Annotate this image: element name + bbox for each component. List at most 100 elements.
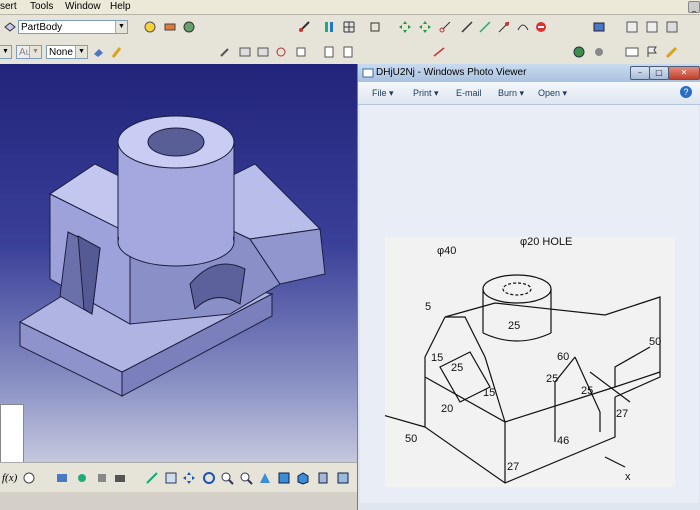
dim-50-base: 50 xyxy=(405,433,417,445)
dim-27-right: 27 xyxy=(616,408,628,420)
abc-icon[interactable] xyxy=(625,45,639,59)
dim-20: 20 xyxy=(441,403,453,415)
copy-icon[interactable] xyxy=(294,45,308,59)
earth-icon[interactable] xyxy=(572,45,586,59)
photo-viewer-menubar: File ▾ Print ▾ E-mail Burn ▾ Open ▾ ? xyxy=(358,82,700,105)
menu-print[interactable]: Print ▾ xyxy=(413,88,439,99)
scissors-icon[interactable] xyxy=(438,20,452,34)
dim-icon[interactable] xyxy=(478,20,492,34)
dim-25-arch-side: 25 xyxy=(581,385,593,397)
dim-46: 46 xyxy=(557,435,569,447)
fly-icon[interactable] xyxy=(145,471,159,485)
knowledge-icon[interactable] xyxy=(22,471,36,485)
flag-icon[interactable] xyxy=(645,45,659,59)
move-alt-icon[interactable] xyxy=(418,20,432,34)
dim-25-arch-top: 25 xyxy=(546,373,558,385)
menu-file[interactable]: File ▾ xyxy=(372,88,394,99)
table-alt-icon[interactable] xyxy=(645,20,659,34)
pencil-icon[interactable] xyxy=(665,45,679,59)
photo-viewer-window: DHjU2Nj - Windows Photo Viewer – □ ✕ Fil… xyxy=(357,64,700,510)
doc-icon[interactable] xyxy=(341,45,355,59)
close-button[interactable]: ✕ xyxy=(668,66,700,80)
image-icon[interactable] xyxy=(238,45,252,59)
formula-icon[interactable]: f(x) xyxy=(2,472,17,484)
layers-icon[interactable] xyxy=(592,20,606,34)
pan-icon[interactable] xyxy=(182,471,196,485)
move-icon[interactable] xyxy=(398,20,412,34)
toolbar-row-1: PartBody ▼ xyxy=(0,15,700,41)
menu-insert[interactable]: sert xyxy=(0,1,17,12)
tree-icon[interactable] xyxy=(75,471,89,485)
hide-show-icon[interactable] xyxy=(336,471,350,485)
menu-open[interactable]: Open ▾ xyxy=(538,88,567,99)
menu-tools[interactable]: Tools xyxy=(30,1,53,12)
tangent-icon[interactable] xyxy=(516,20,530,34)
sketcher-icon[interactable] xyxy=(432,45,446,59)
constraint-icon[interactable] xyxy=(497,20,511,34)
part-body-value: PartBody xyxy=(21,22,63,33)
help-icon[interactable]: ? xyxy=(680,86,692,98)
3d-viewport[interactable] xyxy=(0,64,357,464)
part-body-icon xyxy=(4,22,16,32)
rotate-icon[interactable] xyxy=(202,471,216,485)
grid-icon[interactable] xyxy=(342,20,356,34)
aut-combo[interactable]: Aut ▼ xyxy=(16,45,42,59)
capture-icon[interactable] xyxy=(113,471,127,485)
line-icon[interactable] xyxy=(460,20,474,34)
sketch-icon[interactable] xyxy=(143,20,157,34)
photo-viewer-canvas: φ40 φ20 HOLE 5 25 50 60 15 25 15 25 25 2… xyxy=(360,105,699,503)
dim-25-cylinder: 25 xyxy=(508,320,520,332)
dim-phi40: φ40 xyxy=(437,245,456,257)
axis-x-label: x xyxy=(625,471,631,483)
measure-icon[interactable] xyxy=(298,20,312,34)
table-icon[interactable] xyxy=(55,471,69,485)
settings-icon[interactable] xyxy=(592,45,606,59)
paintbrush-icon[interactable] xyxy=(110,45,124,59)
catalog-icon[interactable] xyxy=(665,20,679,34)
image-alt-icon[interactable] xyxy=(256,45,270,59)
multi-view-icon[interactable] xyxy=(277,471,291,485)
dim-27-bottom: 27 xyxy=(507,461,519,473)
menu-help[interactable]: Help xyxy=(110,1,131,12)
normal-view-icon[interactable] xyxy=(258,471,272,485)
zoom-in-icon[interactable] xyxy=(220,471,234,485)
table-icon[interactable] xyxy=(625,20,639,34)
linetype-combo[interactable]: None ▼ xyxy=(46,45,88,59)
menu-bar: sert Tools Window Help _ xyxy=(0,0,700,15)
refresh-icon[interactable] xyxy=(274,45,288,59)
hammer-icon[interactable] xyxy=(163,20,177,34)
menu-window[interactable]: Window xyxy=(65,1,101,12)
app-minimize-button[interactable]: _ xyxy=(688,1,700,13)
wrench-icon[interactable] xyxy=(218,45,232,59)
parallel-icon[interactable] xyxy=(322,20,336,34)
spec-tree-panel[interactable] xyxy=(0,404,24,464)
fit-all-icon[interactable] xyxy=(164,471,178,485)
photo-viewer-titlebar[interactable]: DHjU2Nj - Windows Photo Viewer – □ ✕ xyxy=(358,64,700,82)
dim-60: 60 xyxy=(557,351,569,363)
isometric-sketch: φ40 φ20 HOLE 5 25 50 60 15 25 15 25 25 2… xyxy=(385,237,661,484)
photo-viewer-title: DHjU2Nj - Windows Photo Viewer xyxy=(376,67,527,78)
iso-view-icon[interactable] xyxy=(296,471,310,485)
linetype-value: None xyxy=(49,47,73,58)
chevron-down-icon: ▼ xyxy=(29,46,41,58)
menu-burn[interactable]: Burn ▾ xyxy=(498,88,524,99)
snap-icon[interactable] xyxy=(368,20,382,34)
zoom-out-icon[interactable] xyxy=(239,471,253,485)
dim-15-left: 15 xyxy=(431,352,443,364)
layer-combo[interactable]: ▼ xyxy=(0,45,12,59)
shading-icon[interactable] xyxy=(316,471,330,485)
dim-phi20-hole: φ20 HOLE xyxy=(520,237,572,248)
chevron-down-icon: ▼ xyxy=(75,46,87,58)
analysis-icon[interactable] xyxy=(95,471,109,485)
part-3d-model xyxy=(18,115,326,397)
globe-icon[interactable] xyxy=(182,20,196,34)
paint-bucket-icon[interactable] xyxy=(92,45,106,59)
minimize-button[interactable]: – xyxy=(630,66,650,80)
no-entry-icon[interactable] xyxy=(534,20,548,34)
maximize-button[interactable]: □ xyxy=(649,66,669,80)
bottom-toolbar: f(x) xyxy=(0,462,357,493)
menu-email[interactable]: E-mail xyxy=(456,88,482,98)
part-body-combo[interactable]: PartBody ▼ xyxy=(18,20,128,34)
photo-viewer-app-icon xyxy=(362,68,374,78)
open-doc-icon[interactable] xyxy=(322,45,336,59)
